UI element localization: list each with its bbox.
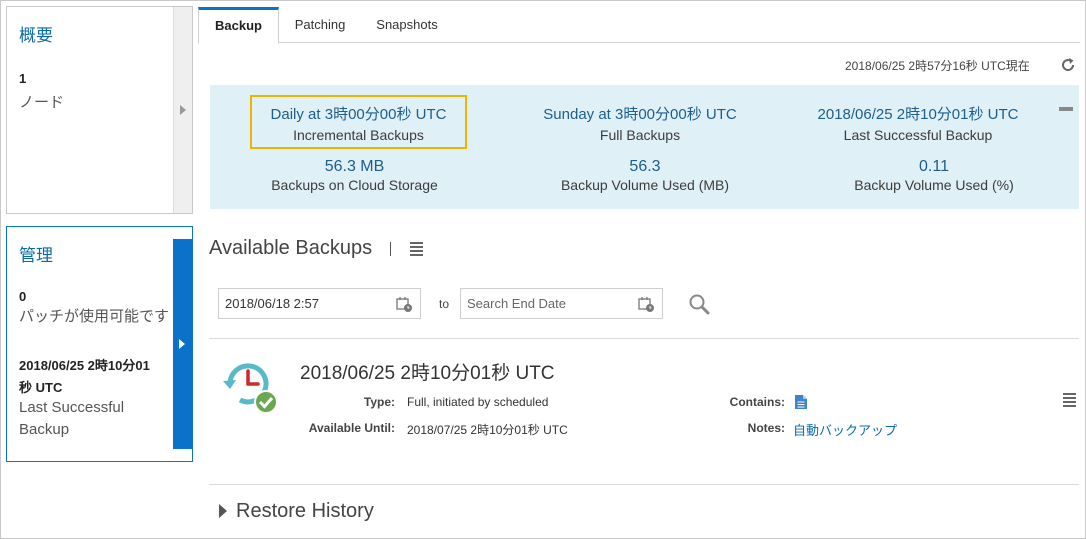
notes-label: Notes: [747, 421, 785, 435]
start-date-input[interactable] [225, 289, 385, 318]
chevron-right-icon [180, 105, 186, 115]
restore-history-toggle[interactable]: Restore History [219, 500, 374, 523]
volume-mb-value: 56.3 [629, 158, 661, 175]
overview-expand-rail[interactable] [173, 7, 192, 213]
incremental-label: Incremental Backups [293, 127, 424, 143]
type-value: Full, initiated by scheduled [407, 395, 549, 409]
volume-pct-value: 0.11 [919, 158, 949, 175]
chevron-right-icon [179, 339, 185, 349]
node-label: ノード [19, 94, 65, 111]
last-backup-date-line1: 2018/06/25 2時10分01 [19, 358, 150, 373]
cloud-storage: 56.3 MB Backups on Cloud Storage [250, 158, 459, 193]
menu-icon[interactable] [1063, 393, 1076, 407]
refresh-icon[interactable] [1060, 57, 1076, 73]
restore-history-label: Restore History [236, 500, 374, 522]
cloud-storage-label: Backups on Cloud Storage [271, 177, 438, 193]
expand-triangle-icon [219, 503, 227, 518]
full-schedule: Sunday at 3時00分00秒 UTC [543, 106, 737, 123]
incremental-schedule: Daily at 3時00分00秒 UTC [270, 106, 447, 123]
menu-icon[interactable] [410, 242, 423, 256]
management-card[interactable]: 管理 0 パッチが使用可能です 2018/06/25 2時10分01 秒 UTC… [6, 226, 193, 462]
overview-title: 概要 [19, 26, 53, 45]
overview-card[interactable]: 概要 1 ノード [6, 6, 193, 214]
tab-patching[interactable]: Patching [282, 7, 358, 43]
backup-entry-title: 2018/06/25 2時10分01秒 UTC [300, 363, 555, 384]
management-expand-rail[interactable] [173, 239, 192, 449]
full-backups: Sunday at 3時00分00秒 UTC Full Backups [520, 103, 760, 143]
volume-pct: 0.11 Backup Volume Used (%) [814, 158, 1054, 193]
end-date-input[interactable] [467, 289, 627, 318]
divider [209, 338, 1079, 339]
available-backups-title: Available Backups [209, 237, 373, 259]
start-date-field[interactable] [218, 288, 421, 319]
available-until-value: 2018/07/25 2時10分01秒 UTC [407, 423, 568, 437]
cloud-storage-value: 56.3 MB [324, 158, 385, 175]
tab-backup[interactable]: Backup [198, 7, 279, 44]
last-backup-label-line1: Last Successful [19, 399, 125, 416]
patch-count: 0 [19, 289, 27, 304]
last-success-value: 2018/06/25 2時10分01秒 UTC [817, 106, 1019, 123]
backup-clock-icon [223, 363, 278, 414]
full-label: Full Backups [599, 127, 681, 143]
as-of-timestamp: 2018/06/25 2時57分16秒 UTC現在 [845, 59, 1030, 73]
available-until-label: Available Until: [308, 421, 395, 435]
notes-value[interactable]: 自動バックアップ [793, 420, 897, 439]
calendar-icon[interactable] [638, 296, 654, 312]
volume-mb: 56.3 Backup Volume Used (MB) [530, 158, 760, 193]
last-backup-date-line2: 秒 UTC [19, 380, 63, 395]
patch-label: パッチが使用可能です [19, 308, 170, 325]
divider [390, 242, 391, 256]
last-success-label: Last Successful Backup [843, 127, 993, 143]
node-count: 1 [19, 71, 27, 86]
document-icon[interactable] [794, 394, 808, 410]
volume-pct-label: Backup Volume Used (%) [854, 177, 1014, 193]
end-date-field[interactable] [460, 288, 663, 319]
backup-summary-panel: Daily at 3時00分00秒 UTC Incremental Backup… [210, 85, 1079, 209]
management-title: 管理 [19, 246, 53, 265]
last-successful-backup: 2018/06/25 2時10分01秒 UTC Last Successful … [798, 103, 1038, 143]
divider [209, 484, 1079, 485]
collapse-icon[interactable] [1059, 107, 1073, 111]
type-label: Type: [363, 395, 395, 409]
tab-snapshots[interactable]: Snapshots [364, 7, 450, 43]
to-label: to [439, 297, 450, 311]
tab-bar: Backup Patching Snapshots [198, 7, 1080, 44]
search-icon[interactable] [688, 293, 710, 315]
last-backup-label-line2: Backup [19, 421, 70, 438]
volume-mb-label: Backup Volume Used (MB) [560, 177, 730, 193]
calendar-icon[interactable] [396, 296, 412, 312]
incremental-backups: Daily at 3時00分00秒 UTC Incremental Backup… [250, 103, 467, 143]
contains-label: Contains: [729, 395, 785, 409]
